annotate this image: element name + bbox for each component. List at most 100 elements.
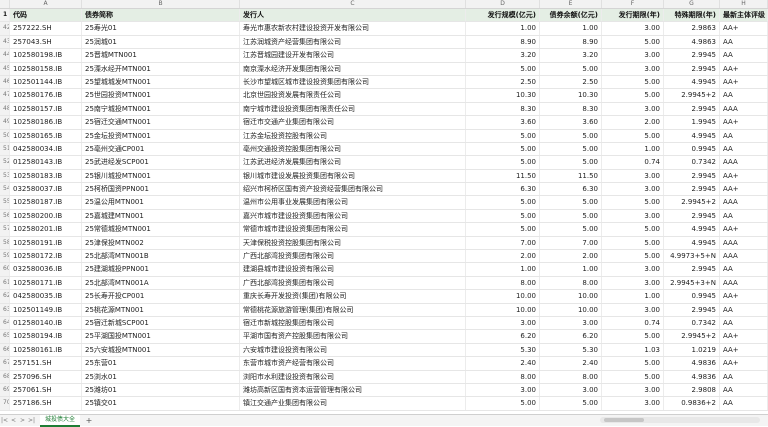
cell-short-name[interactable]: 25平湖国投MTN001 xyxy=(82,330,240,343)
cell-short-name[interactable]: 25宿迁新城SCP001 xyxy=(82,316,240,330)
add-sheet-button[interactable]: + xyxy=(84,416,94,425)
column-letter-g[interactable]: G xyxy=(664,0,720,8)
cell-issue-size[interactable]: 5.00 xyxy=(466,223,540,236)
cell-short-name[interactable]: 25南宁城投MTN001 xyxy=(82,102,240,116)
cell-balance[interactable]: 5.00 xyxy=(540,209,602,223)
header-code[interactable]: 代码 xyxy=(10,9,82,22)
row-number[interactable]: 42 xyxy=(0,22,10,35)
cell-short-name[interactable]: 25东营01 xyxy=(82,357,240,370)
cell-short-name[interactable]: 25望城城发MTN001 xyxy=(82,75,240,89)
cell-short-name[interactable]: 25溧水经开MTN001 xyxy=(82,62,240,75)
cell-short-name[interactable]: 25津保投MTN002 xyxy=(82,236,240,250)
cell-issue-size[interactable]: 8.90 xyxy=(466,35,540,49)
row-number[interactable]: 69 xyxy=(0,383,10,397)
row-number[interactable]: 67 xyxy=(0,357,10,370)
cell-special-term[interactable]: 2.9945+2 xyxy=(664,89,720,102)
cell-balance[interactable]: 3.20 xyxy=(540,49,602,62)
cell-rating[interactable]: AA xyxy=(720,303,768,316)
cell-issue-size[interactable]: 1.00 xyxy=(466,263,540,276)
cell-code[interactable]: 102580158.IB xyxy=(10,62,82,75)
cell-short-name[interactable]: 25桃花源MTN001 xyxy=(82,303,240,316)
cell-code[interactable]: 012580143.IB xyxy=(10,156,82,169)
cell-issuer[interactable]: 广西北部湾投资集团有限公司 xyxy=(240,276,466,290)
row-number[interactable]: 52 xyxy=(0,156,10,169)
header-term[interactable]: 发行期限(年) xyxy=(602,9,664,22)
cell-term[interactable]: 3.00 xyxy=(602,183,664,196)
cell-issue-size[interactable]: 8.30 xyxy=(466,102,540,116)
cell-issue-size[interactable]: 5.00 xyxy=(466,196,540,209)
cell-issuer[interactable]: 六安城市建设投资有限公司 xyxy=(240,343,466,357)
cell-rating[interactable]: AAA xyxy=(720,156,768,169)
cell-special-term[interactable]: 4.9945 xyxy=(664,236,720,250)
cell-issuer[interactable]: 天津保税投资控股集团有限公司 xyxy=(240,236,466,250)
cell-special-term[interactable]: 4.9863 xyxy=(664,35,720,49)
cell-rating[interactable]: AA+ xyxy=(720,62,768,75)
cell-code[interactable]: 012580140.IB xyxy=(10,316,82,330)
cell-issue-size[interactable]: 3.20 xyxy=(466,49,540,62)
cell-rating[interactable]: AA xyxy=(720,142,768,156)
row-number[interactable]: 48 xyxy=(0,102,10,116)
cell-issuer[interactable]: 江苏金坛投资控股有限公司 xyxy=(240,129,466,142)
cell-rating[interactable]: AA+ xyxy=(720,343,768,357)
cell-term[interactable]: 3.00 xyxy=(602,383,664,397)
cell-code[interactable]: 102580171.IB xyxy=(10,276,82,290)
cell-balance[interactable]: 1.00 xyxy=(540,263,602,276)
cell-term[interactable]: 3.00 xyxy=(602,263,664,276)
cell-issuer[interactable]: 寿光市惠农新农村建设投资开发有限公司 xyxy=(240,22,466,35)
cell-rating[interactable]: AA xyxy=(720,89,768,102)
cell-balance[interactable]: 5.30 xyxy=(540,343,602,357)
row-number[interactable]: 44 xyxy=(0,49,10,62)
cell-term[interactable]: 5.00 xyxy=(602,89,664,102)
column-letter-c[interactable]: C xyxy=(240,0,466,8)
cell-term[interactable]: 5.00 xyxy=(602,223,664,236)
cell-rating[interactable]: AA+ xyxy=(720,116,768,129)
row-number[interactable]: 62 xyxy=(0,290,10,303)
cell-code[interactable]: 102580157.IB xyxy=(10,102,82,116)
row-number[interactable]: 49 xyxy=(0,116,10,129)
cell-issuer[interactable]: 广西北部湾投资集团有限公司 xyxy=(240,250,466,263)
cell-term[interactable]: 3.00 xyxy=(602,303,664,316)
cell-code[interactable]: 102580186.IB xyxy=(10,116,82,129)
cell-issue-size[interactable]: 7.00 xyxy=(466,236,540,250)
cell-rating[interactable]: AA xyxy=(720,49,768,62)
cell-issuer[interactable]: 江苏武进经济发展集团有限公司 xyxy=(240,156,466,169)
cell-term[interactable]: 1.00 xyxy=(602,142,664,156)
cell-balance[interactable]: 6.20 xyxy=(540,330,602,343)
row-number[interactable]: 47 xyxy=(0,89,10,102)
cell-issuer[interactable]: 宿迁市新城控股集团有限公司 xyxy=(240,316,466,330)
cell-issue-size[interactable]: 3.00 xyxy=(466,383,540,397)
cell-special-term[interactable]: 0.9836+2 xyxy=(664,397,720,410)
cell-issuer[interactable]: 银川城市建设发展投资集团有限公司 xyxy=(240,169,466,183)
cell-issue-size[interactable]: 10.30 xyxy=(466,89,540,102)
cell-special-term[interactable]: 1.9945 xyxy=(664,116,720,129)
column-letter-a[interactable]: A xyxy=(10,0,82,8)
row-number[interactable]: 57 xyxy=(0,223,10,236)
cell-issue-size[interactable]: 5.00 xyxy=(466,62,540,75)
cell-rating[interactable]: AA xyxy=(720,316,768,330)
cell-code[interactable]: 102580200.IB xyxy=(10,209,82,223)
cell-special-term[interactable]: 1.0219 xyxy=(664,343,720,357)
cell-balance[interactable]: 10.00 xyxy=(540,303,602,316)
row-number[interactable]: 43 xyxy=(0,35,10,49)
cell-code[interactable]: 102580165.IB xyxy=(10,129,82,142)
cell-short-name[interactable]: 25镇交01 xyxy=(82,397,240,410)
cell-issuer[interactable]: 温州市公用事业发展集团有限公司 xyxy=(240,196,466,209)
cell-short-name[interactable]: 25银川城投MTN001 xyxy=(82,169,240,183)
cell-code[interactable]: 102580183.IB xyxy=(10,169,82,183)
cell-code[interactable]: 102580191.IB xyxy=(10,236,82,250)
cell-special-term[interactable]: 0.9945 xyxy=(664,142,720,156)
row-number[interactable]: 53 xyxy=(0,169,10,183)
cell-rating[interactable]: AA+ xyxy=(720,330,768,343)
cell-balance[interactable]: 2.50 xyxy=(540,75,602,89)
cell-short-name[interactable]: 25六安城投MTN001 xyxy=(82,343,240,357)
cell-rating[interactable]: AA xyxy=(720,129,768,142)
cell-code[interactable]: 102580176.IB xyxy=(10,89,82,102)
cell-rating[interactable]: AA+ xyxy=(720,22,768,35)
cell-code[interactable]: 102501149.IB xyxy=(10,303,82,316)
cell-issuer[interactable]: 平湖市国有资产控股集团有限公司 xyxy=(240,330,466,343)
row-number[interactable]: 66 xyxy=(0,343,10,357)
cell-special-term[interactable]: 4.9836 xyxy=(664,370,720,383)
cell-special-term[interactable]: 0.9945 xyxy=(664,290,720,303)
cell-special-term[interactable]: 2.9945+2 xyxy=(664,196,720,209)
scrollbar-thumb[interactable] xyxy=(604,418,644,422)
